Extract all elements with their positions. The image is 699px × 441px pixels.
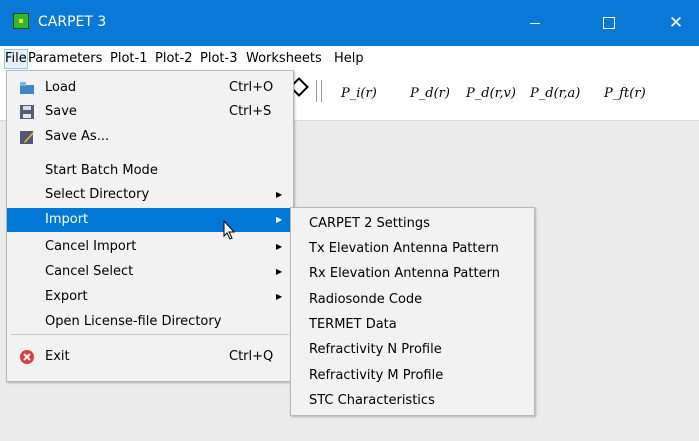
menu-item-save-as[interactable]: Save As... bbox=[7, 125, 293, 149]
close-icon: ✕ bbox=[668, 13, 684, 33]
menu-plot-1[interactable]: Plot-1 bbox=[110, 50, 147, 68]
menu-item-import[interactable]: Import ▶ bbox=[7, 208, 293, 232]
maximize-button[interactable] bbox=[586, 0, 632, 46]
menu-item-save[interactable]: Save Ctrl+S bbox=[7, 100, 293, 124]
exit-icon bbox=[20, 350, 34, 364]
toolbar-separator bbox=[316, 80, 322, 102]
menu-divider bbox=[11, 334, 289, 335]
floppy-disk-icon bbox=[20, 105, 34, 119]
import-stc-characteristics[interactable]: STC Characteristics bbox=[291, 388, 534, 413]
toolbar-pft-r[interactable]: P_ft(r) bbox=[604, 86, 646, 101]
menu-item-cancel-select[interactable]: Cancel Select ▶ bbox=[7, 260, 293, 284]
import-termet-data[interactable]: TERMET Data bbox=[291, 312, 534, 337]
import-tx-elevation-antenna-pattern[interactable]: Tx Elevation Antenna Pattern bbox=[291, 236, 534, 261]
menu-item-exit[interactable]: Exit Ctrl+Q bbox=[7, 345, 293, 369]
menu-parameters[interactable]: Parameters bbox=[28, 50, 102, 68]
toolbar-pi-r[interactable]: P_i(r) bbox=[341, 86, 377, 101]
toolbar-pd-r[interactable]: P_d(r) bbox=[410, 86, 450, 101]
import-rx-elevation-antenna-pattern[interactable]: Rx Elevation Antenna Pattern bbox=[291, 261, 534, 286]
menu-item-cancel-import[interactable]: Cancel Import ▶ bbox=[7, 235, 293, 259]
maximize-icon bbox=[603, 17, 615, 29]
minimize-button[interactable] bbox=[512, 0, 558, 46]
submenu-arrow-icon: ▶ bbox=[276, 190, 283, 199]
menu-file[interactable]: File bbox=[4, 49, 28, 69]
menu-help[interactable]: Help bbox=[334, 50, 364, 68]
menu-item-start-batch-mode[interactable]: Start Batch Mode bbox=[7, 159, 293, 183]
submenu-arrow-icon: ▶ bbox=[276, 267, 283, 276]
import-refractivity-n-profile[interactable]: Refractivity N Profile bbox=[291, 337, 534, 362]
menu-bar: File Parameters Plot-1 Plot-2 Plot-3 Wor… bbox=[0, 46, 699, 70]
title-bar: CARPET 3 ✕ bbox=[0, 0, 699, 46]
import-submenu: CARPET 2 Settings Tx Elevation Antenna P… bbox=[290, 207, 535, 416]
close-button[interactable]: ✕ bbox=[653, 0, 699, 46]
minimize-icon bbox=[530, 22, 540, 24]
submenu-arrow-icon: ▶ bbox=[276, 242, 283, 251]
mouse-pointer-icon bbox=[223, 220, 236, 240]
carpet-app-icon bbox=[13, 13, 29, 29]
menu-item-load[interactable]: Load Ctrl+O bbox=[7, 76, 293, 100]
submenu-arrow-icon: ▶ bbox=[276, 292, 283, 301]
toolbar-pd-ra[interactable]: P_d(r,a) bbox=[530, 86, 580, 101]
toolbar-pd-rv[interactable]: P_d(r,v) bbox=[466, 86, 516, 101]
pencil-save-icon bbox=[20, 131, 34, 144]
menu-worksheets[interactable]: Worksheets bbox=[246, 50, 322, 68]
import-radiosonde-code[interactable]: Radiosonde Code bbox=[291, 287, 534, 312]
menu-item-select-directory[interactable]: Select Directory ▶ bbox=[7, 183, 293, 207]
submenu-arrow-icon: ▶ bbox=[276, 215, 283, 224]
menu-plot-3[interactable]: Plot-3 bbox=[200, 50, 237, 68]
import-refractivity-m-profile[interactable]: Refractivity M Profile bbox=[291, 363, 534, 388]
import-carpet2-settings[interactable]: CARPET 2 Settings bbox=[291, 211, 534, 236]
window-title: CARPET 3 bbox=[38, 14, 107, 30]
menu-plot-2[interactable]: Plot-2 bbox=[155, 50, 192, 68]
menu-item-open-license-directory[interactable]: Open License-file Directory bbox=[7, 310, 293, 334]
menu-item-export[interactable]: Export ▶ bbox=[7, 285, 293, 309]
folder-open-icon bbox=[20, 82, 34, 94]
file-menu: Load Ctrl+O Save Ctrl+S Save As... Start B… bbox=[6, 70, 294, 382]
